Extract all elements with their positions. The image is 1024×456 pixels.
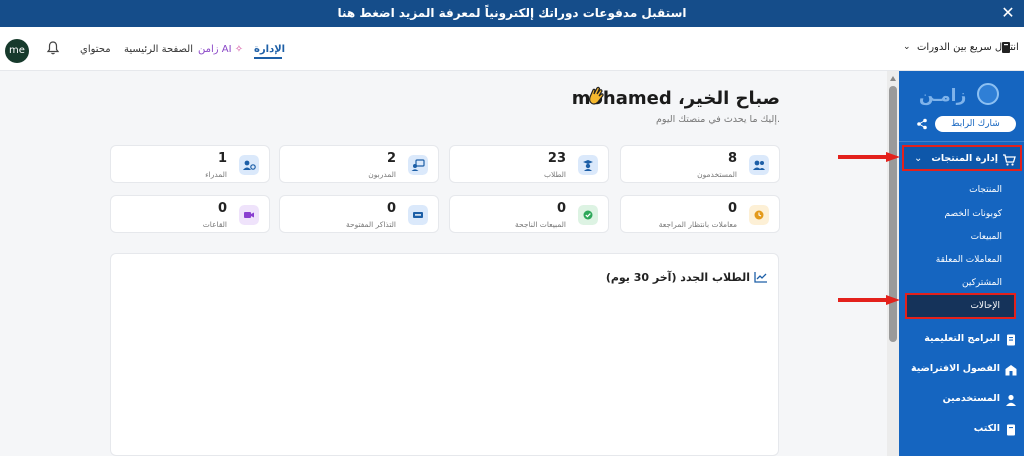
sidebar-item-subscribers[interactable]: المشتركين — [962, 278, 1002, 288]
stat-value: 23 — [547, 151, 566, 166]
user-icon — [1006, 394, 1016, 406]
sidebar-section-label: المستخدمين — [942, 393, 1000, 404]
logo-text: زامـن — [919, 86, 967, 106]
share-link-button[interactable]: شارك الرابط — [935, 116, 1016, 132]
sidebar-item-coupons[interactable]: كوبونات الخصم — [944, 209, 1002, 219]
book-icon — [1007, 424, 1015, 436]
chevron-right-icon: › — [912, 363, 916, 374]
stat-value: 0 — [727, 201, 737, 216]
stat-value: 0 — [556, 201, 566, 216]
magic-wand-icon: ✧ — [234, 44, 244, 55]
logo-mark-icon — [977, 83, 999, 105]
bell-icon[interactable] — [45, 40, 61, 56]
close-icon[interactable]: ✕ — [999, 4, 1017, 22]
chevron-down-icon: ⌄ — [903, 42, 911, 52]
book-icon — [1002, 42, 1010, 53]
stat-value: 0 — [217, 201, 227, 216]
brand-logo[interactable]: زامـن — [919, 83, 999, 109]
announcement-text[interactable]: استقبل مدفوعات دوراتك إلكترونياً لمعرفة … — [0, 6, 1024, 20]
sidebar-section-programs[interactable]: البرامج التعليمية — [902, 327, 1022, 353]
quick-switch-dropdown[interactable]: ⌄ انتقال سريع بين الدورات — [903, 41, 1019, 59]
stat-card-admins[interactable]: 1 المدراء — [110, 145, 270, 183]
nav-ai-label: زامن AI — [198, 44, 232, 55]
nav-my-content[interactable]: محتواي — [80, 44, 111, 55]
cart-icon — [1003, 154, 1016, 166]
sidebar-section-label: البرامج التعليمية — [924, 333, 1000, 344]
sidebar-item-sales[interactable]: المبيعات — [971, 232, 1002, 242]
scroll-up-arrow[interactable] — [890, 76, 896, 81]
stat-label: التذاكر المفتوحة — [345, 220, 396, 229]
sidebar-item-products[interactable]: المنتجات — [969, 185, 1002, 195]
sidebar-item-label: الإحالات — [970, 301, 1000, 311]
stat-value: 2 — [386, 151, 396, 166]
stat-value: 0 — [386, 201, 396, 216]
stat-card-successful-sales[interactable]: 0 المبيعات الناجحة — [449, 195, 609, 233]
chevron-down-icon: ⌄ — [914, 153, 923, 164]
stat-card-trainers[interactable]: 2 المدربون — [279, 145, 439, 183]
stat-card-users[interactable]: 8 المستخدمون — [620, 145, 780, 183]
share-icon[interactable] — [916, 118, 928, 130]
nav-ai[interactable]: زامن AI ✧ — [198, 44, 243, 55]
sidebar-item-referrals[interactable]: الإحالات — [905, 293, 1016, 319]
waving-hand-icon — [588, 86, 604, 105]
stat-label: معاملات بانتظار المراجعة — [658, 220, 737, 229]
stat-card-students[interactable]: 23 الطلاب — [449, 145, 609, 183]
sidebar-section-products[interactable]: إدارة المنتجات ⌄ — [902, 145, 1022, 171]
announcement-banner[interactable]: استقبل مدفوعات دوراتك إلكترونياً لمعرفة … — [0, 0, 1024, 27]
clock-icon — [749, 205, 769, 225]
stat-card-open-tickets[interactable]: 0 التذاكر المفتوحة — [279, 195, 439, 233]
stat-label: المستخدمون — [697, 170, 737, 179]
ticket-icon — [408, 205, 428, 225]
sidebar-section-label: إدارة المنتجات — [931, 153, 998, 164]
annotation-arrow-referrals — [838, 295, 900, 305]
users-icon — [749, 155, 769, 175]
stat-label: المدربون — [368, 170, 396, 179]
stat-value: 8 — [727, 151, 737, 166]
nav-admin[interactable]: الإدارة — [254, 44, 285, 55]
stat-value: 1 — [217, 151, 227, 166]
nav-home[interactable]: الصفحة الرئيسية — [124, 44, 193, 55]
avatar[interactable]: me — [5, 39, 29, 63]
admin-icon — [239, 155, 259, 175]
check-icon — [578, 205, 598, 225]
trainer-icon — [408, 155, 428, 175]
sidebar-section-users[interactable]: المستخدمين — [902, 387, 1022, 413]
page-subtitle: إليك ما يحدث في منصتك اليوم. — [656, 114, 780, 125]
stat-label: المبيعات الناجحة — [515, 220, 566, 229]
sidebar-section-books[interactable]: الكتب — [902, 417, 1022, 443]
student-icon — [578, 155, 598, 175]
stat-label: القاعات — [202, 220, 227, 229]
school-icon — [1005, 365, 1017, 376]
sidebar-item-pending-transactions[interactable]: المعاملات المعلقة — [936, 255, 1002, 265]
sidebar-section-classrooms[interactable]: الفصول الافتراضية › — [902, 357, 1022, 383]
stat-card-halls[interactable]: 0 القاعات — [110, 195, 270, 233]
line-chart-icon — [754, 272, 767, 283]
sidebar-section-label: الفصول الافتراضية — [911, 363, 1000, 374]
stat-label: الطلاب — [543, 170, 566, 179]
annotation-arrow-products — [838, 152, 900, 162]
new-students-chart-panel: الطلاب الجدد (آخر 30 يوم) — [110, 253, 779, 456]
stat-card-pending-transactions[interactable]: 0 معاملات بانتظار المراجعة — [620, 195, 780, 233]
video-icon — [239, 205, 259, 225]
top-header: me محتواي الصفحة الرئيسية زامن AI ✧ الإد… — [0, 27, 1024, 71]
sidebar: زامـن شارك الرابط إدارة المنتجات ⌄ المنت… — [899, 71, 1024, 456]
book-icon — [1007, 334, 1015, 346]
sidebar-section-label: الكتب — [973, 423, 1000, 434]
sidebar-divider — [899, 141, 1024, 142]
chart-title: الطلاب الجدد (آخر 30 يوم) — [605, 271, 750, 284]
active-tab-indicator — [254, 57, 282, 59]
stat-label: المدراء — [205, 170, 227, 179]
